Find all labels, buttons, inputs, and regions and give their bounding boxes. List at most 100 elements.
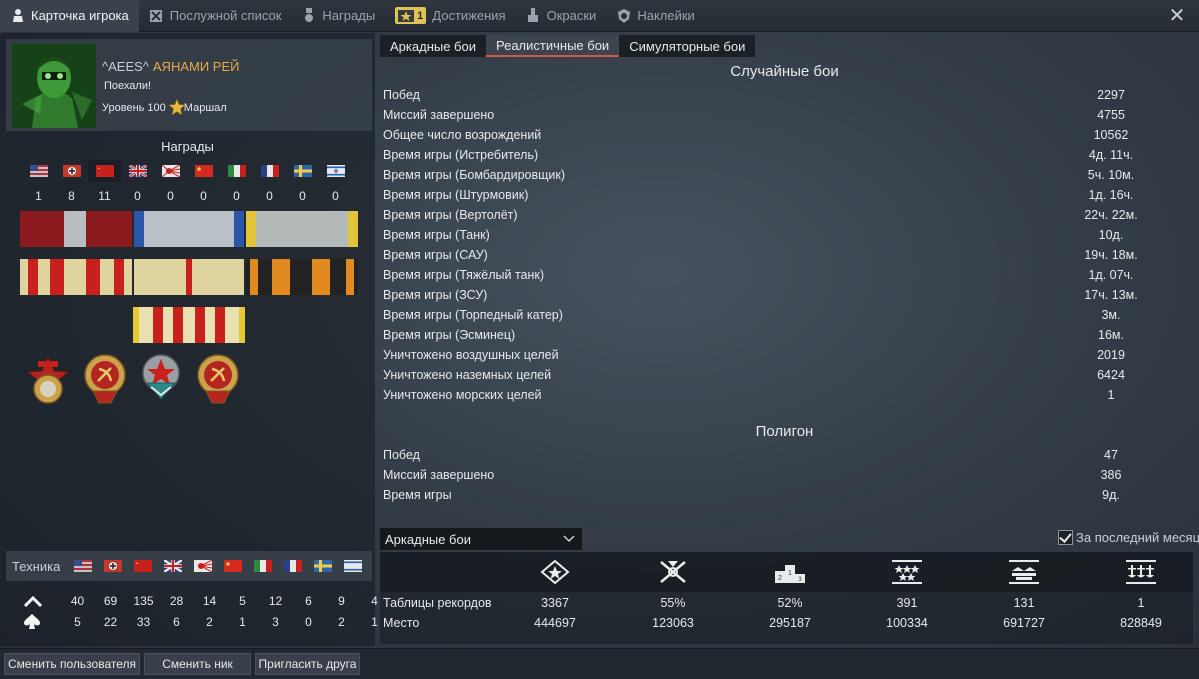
flag-sweden-button[interactable] xyxy=(286,160,319,182)
profile-header: ^AEES^ АЯНАМИ РЕЙ Поехали! Уровень 100 Ма… xyxy=(6,39,372,131)
ussr-flag-icon xyxy=(95,165,114,177)
avatar[interactable] xyxy=(12,44,96,128)
tech-count: 40 xyxy=(70,594,85,608)
air-kills-icon xyxy=(890,558,924,586)
stat-label: Время игры (САУ) xyxy=(383,248,488,262)
left-panel: ^AEES^ АЯНАМИ РЕЙ Поехали! Уровень 100 Ма… xyxy=(0,33,378,646)
stat-label: Время игры (Вертолёт) xyxy=(383,208,518,222)
level-label: Уровень 100 xyxy=(102,102,166,114)
tab-arcade[interactable]: Аркадные бои xyxy=(380,35,486,57)
stat-row: Уничтожено наземных целей 6424 xyxy=(383,365,1191,385)
germany-flag-icon xyxy=(104,560,122,572)
medal-hammer-sickle-icon[interactable] xyxy=(83,353,127,405)
award-ribbon[interactable] xyxy=(20,211,132,247)
ussr-flag-icon xyxy=(134,560,152,572)
tech-count: 28 xyxy=(169,594,184,608)
tech-count: 6 xyxy=(173,614,180,629)
svg-text:2: 2 xyxy=(778,575,782,582)
last-month-checkbox[interactable]: За последний месяц xyxy=(1058,530,1199,545)
tab-decals[interactable]: Наклейки xyxy=(606,0,704,32)
israel-flag-icon xyxy=(326,165,345,177)
stat-value: 6424 xyxy=(1097,368,1125,382)
stat-value: 17ч. 13м. xyxy=(1084,288,1138,302)
tab-simulator[interactable]: Симуляторные бои xyxy=(619,35,755,57)
top-tab-bar: Карточка игрока Послужной список Награды… xyxy=(0,0,1199,32)
switch-user-button[interactable]: Сменить пользователя xyxy=(4,653,140,675)
bottom-bar: Сменить пользователя Сменить ник Приглас… xyxy=(0,648,1199,679)
stat-row: Время игры 9д. xyxy=(383,485,1191,505)
stat-label: Общее число возрождений xyxy=(383,128,542,142)
stat-row: Время игры (ЗСУ) 17ч. 13м. xyxy=(383,285,1191,305)
invite-friend-button[interactable]: Пригласить друга xyxy=(255,653,360,675)
stat-value: 1д. 07ч. xyxy=(1088,268,1134,282)
last-month-label: За последний месяц xyxy=(1076,530,1199,545)
flag-usa-button[interactable] xyxy=(22,160,55,182)
medal-red-star-icon[interactable] xyxy=(26,355,70,407)
tab-achievements[interactable]: 1 Достижения xyxy=(385,0,515,32)
stat-value: 386 xyxy=(1100,468,1122,482)
tech-country-flags xyxy=(68,560,368,572)
chevron-down-icon xyxy=(563,535,575,543)
stat-row: Общее число возрождений 10562 xyxy=(383,125,1191,145)
tab-realistic[interactable]: Реалистичные бои xyxy=(486,35,620,57)
stat-row: Время игры (Бомбардировщик) 5ч. 10м. xyxy=(383,165,1191,185)
flag-france-button[interactable] xyxy=(253,160,286,182)
award-ribbon[interactable] xyxy=(134,211,244,247)
tab-awards[interactable]: Награды xyxy=(291,0,385,32)
stat-row: Уничтожено воздушных целей 2019 xyxy=(383,345,1191,365)
medal-shield-icon[interactable] xyxy=(139,353,183,405)
change-nick-button[interactable]: Сменить ник xyxy=(144,653,251,675)
flag-britain-button[interactable] xyxy=(121,160,154,182)
stat-label: Побед xyxy=(383,448,420,462)
award-ribbon[interactable] xyxy=(134,259,244,295)
awards-counts: 1 8 11 0 0 0 0 0 0 0 xyxy=(22,189,352,203)
stat-label: Уничтожено морских целей xyxy=(383,388,542,402)
stat-value: 10562 xyxy=(1093,128,1129,142)
tab-label: Послужной список xyxy=(169,8,282,23)
player-level: Уровень 100 Маршал xyxy=(102,102,227,114)
award-ribbon[interactable] xyxy=(20,259,132,295)
random-battles-title: Случайные бои xyxy=(730,63,839,80)
award-ribbon[interactable] xyxy=(246,211,358,247)
japan-flag-icon xyxy=(161,165,180,177)
stat-value: 22ч. 22м. xyxy=(1084,208,1138,222)
flag-germany-button[interactable] xyxy=(55,160,88,182)
tech-row-researched: 40 69 135 28 14 5 12 6 9 4 xyxy=(10,594,391,608)
stat-row: Побед 2297 xyxy=(383,85,1191,105)
spade-icon xyxy=(10,614,50,629)
flag-japan-button[interactable] xyxy=(154,160,187,182)
tab-camouflage[interactable]: Окраски xyxy=(516,0,607,32)
leaderboard-cell: 52% xyxy=(777,596,803,610)
stats-panel: Аркадные бои Реалистичные бои Симуляторн… xyxy=(378,33,1199,646)
chevron-up-icon xyxy=(10,595,50,607)
stat-label: Уничтожено наземных целей xyxy=(383,368,552,382)
award-ribbon[interactable] xyxy=(246,259,358,295)
flag-ussr-button[interactable] xyxy=(88,160,121,182)
stat-row: Время игры (Эсминец) 16м. xyxy=(383,325,1191,345)
stat-value: 2019 xyxy=(1097,348,1125,362)
stat-value: 4д. 11ч. xyxy=(1088,148,1134,162)
stat-value: 3м. xyxy=(1101,308,1121,322)
close-icon[interactable]: ✕ xyxy=(1167,6,1187,26)
stat-row: Миссий завершено 4755 xyxy=(383,105,1191,125)
award-count: 0 xyxy=(332,189,339,203)
tech-header: Техника xyxy=(6,551,372,581)
award-ribbon[interactable] xyxy=(133,307,245,343)
stat-row: Время игры (Танк) 10д. xyxy=(383,225,1191,245)
tab-player-card[interactable]: Карточка игрока xyxy=(0,0,139,32)
row-label: Место xyxy=(383,616,420,630)
stat-row: Побед 47 xyxy=(383,445,1191,465)
flag-italy-button[interactable] xyxy=(220,160,253,182)
leaderboard-cell: 100334 xyxy=(886,616,928,630)
polygon-stats: Побед 47 Миссий завершено 386 Время игры 9д. xyxy=(383,445,1191,505)
leaderboard-cell: 391 xyxy=(896,596,918,610)
tab-service-record[interactable]: Послужной список xyxy=(139,0,292,32)
stat-row: Время игры (Торпедный катер) 3м. xyxy=(383,305,1191,325)
stat-row: Время игры (Вертолёт) 22ч. 22м. xyxy=(383,205,1191,225)
stat-row: Миссий завершено 386 xyxy=(383,465,1191,485)
flag-israel-button[interactable] xyxy=(319,160,352,182)
flag-china-button[interactable] xyxy=(187,160,220,182)
medal-hammer-sickle-icon[interactable] xyxy=(196,353,240,405)
leaderboard-mode-select[interactable]: Аркадные бои xyxy=(380,528,582,550)
player-status: Поехали! xyxy=(104,80,152,92)
